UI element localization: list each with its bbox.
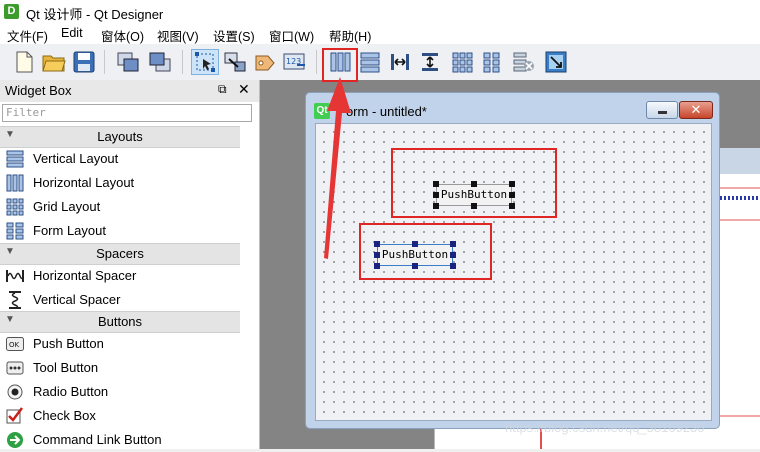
background-form-decorations — [720, 187, 760, 417]
widget-item-grid-layout[interactable]: Grid Layout — [0, 195, 240, 219]
edit-tab-order-icon[interactable]: 123 — [281, 49, 309, 75]
radio-button-icon — [7, 384, 23, 400]
send-to-back-icon[interactable] — [114, 49, 142, 75]
menu-window[interactable]: 窗口(W) — [269, 26, 314, 45]
edit-buddies-icon[interactable] — [251, 49, 279, 75]
item-label: Form Layout — [33, 223, 106, 238]
widget-item-check-box[interactable]: Check Box — [0, 404, 240, 428]
tool-button-icon — [6, 361, 24, 375]
category-spacers[interactable]: ▼ Spacers — [0, 243, 240, 265]
widget-item-form-layout[interactable]: Form Layout — [0, 219, 240, 243]
float-dock-icon[interactable]: ⧉ — [218, 82, 227, 97]
layout-vertical-splitter-icon[interactable] — [416, 49, 444, 75]
widget-item-horizontal-spacer[interactable]: Horizontal Spacer — [0, 264, 240, 288]
category-label: Spacers — [96, 246, 144, 261]
minimize-icon — [658, 111, 667, 114]
menu-file[interactable]: 文件(F) — [7, 26, 48, 45]
widget-item-radio-button[interactable]: Radio Button — [0, 380, 240, 404]
toolbar: 123 — [0, 44, 760, 81]
item-label: Command Link Button — [33, 432, 162, 447]
window-title: Qt 设计师 - Qt Designer — [26, 7, 164, 22]
item-label: Horizontal Spacer — [33, 268, 137, 283]
category-label: Layouts — [97, 129, 143, 144]
widget-item-push-button[interactable]: OK Push Button — [0, 332, 240, 356]
widget-item-vertical-spacer[interactable]: Vertical Spacer — [0, 288, 240, 312]
edit-signals-slots-icon[interactable] — [221, 49, 249, 75]
edit-widgets-icon[interactable] — [191, 49, 219, 75]
annotation-box-button-2 — [359, 223, 492, 280]
category-buttons[interactable]: ▼ Buttons — [0, 311, 240, 333]
horizontal-layout-icon — [6, 174, 24, 192]
category-label: Buttons — [97, 314, 143, 329]
widget-box-header: Widget Box ⧉ ✕ — [0, 80, 259, 102]
command-link-icon — [7, 432, 23, 448]
check-box-icon — [6, 407, 23, 424]
menu-form[interactable]: 窗体(O) — [101, 26, 144, 45]
category-layouts[interactable]: ▼ Layouts — [0, 126, 240, 148]
menu-settings[interactable]: 设置(S) — [213, 26, 255, 45]
close-icon: ✕ — [690, 102, 702, 117]
item-label: Vertical Layout — [33, 151, 119, 166]
toolbar-separator — [182, 50, 183, 74]
item-label: Radio Button — [33, 384, 109, 399]
widget-item-command-link-button[interactable]: Command Link Button — [0, 428, 240, 452]
menu-view[interactable]: 视图(V) — [157, 26, 199, 45]
menu-bar: 文件(F) Edit 窗体(O) 视图(V) 设置(S) 窗口(W) 帮助(H) — [0, 24, 760, 44]
vertical-layout-icon — [6, 150, 24, 168]
grid-layout-icon — [6, 198, 24, 216]
title-bar: D Qt 设计师 - Qt Designer — [0, 0, 760, 24]
layout-form-icon[interactable] — [478, 49, 506, 75]
menu-help[interactable]: 帮助(H) — [329, 26, 371, 45]
widget-box-panel: Widget Box ⧉ ✕ Filter ▼ Layouts Vertical… — [0, 80, 260, 449]
item-label: Vertical Spacer — [33, 292, 121, 307]
minimize-button[interactable] — [646, 101, 678, 119]
qt-designer-app-icon: D — [4, 4, 19, 19]
item-label: Check Box — [33, 408, 96, 423]
annotation-arrow — [324, 77, 351, 259]
toolbar-separator — [316, 50, 317, 74]
close-button[interactable]: ✕ — [679, 101, 713, 119]
layout-grid-icon[interactable] — [448, 49, 476, 75]
vertical-spacer-icon — [9, 291, 21, 309]
menu-edit[interactable]: Edit — [61, 26, 83, 40]
close-dock-icon[interactable]: ✕ — [238, 81, 250, 98]
form-layout-icon — [6, 222, 24, 240]
adjust-size-icon[interactable] — [542, 49, 570, 75]
item-label: Tool Button — [33, 360, 99, 375]
widget-item-horizontal-layout[interactable]: Horizontal Layout — [0, 171, 240, 195]
horizontal-spacer-icon — [6, 270, 24, 282]
toolbar-separator — [104, 50, 105, 74]
item-label: Horizontal Layout — [33, 175, 135, 190]
svg-text:OK: OK — [9, 341, 20, 349]
break-layout-icon[interactable] — [510, 49, 538, 75]
filter-input[interactable]: Filter — [2, 104, 252, 122]
open-folder-icon[interactable] — [40, 49, 68, 75]
annotation-box-button-1 — [391, 148, 557, 218]
item-label: Grid Layout — [33, 199, 101, 214]
watermark-text: https://blog.csdn.net/qq_38169230 — [505, 420, 705, 435]
layout-vertical-icon[interactable] — [356, 49, 384, 75]
bring-to-front-icon[interactable] — [146, 49, 174, 75]
widget-item-tool-button[interactable]: Tool Button — [0, 356, 240, 380]
widget-box-title: Widget Box — [5, 83, 72, 98]
widget-item-vertical-layout[interactable]: Vertical Layout — [0, 147, 240, 171]
push-button-icon: OK — [6, 337, 24, 351]
layout-horizontal-splitter-icon[interactable] — [386, 49, 414, 75]
item-label: Push Button — [33, 336, 104, 351]
save-icon[interactable] — [70, 49, 98, 75]
new-file-icon[interactable] — [10, 49, 38, 75]
